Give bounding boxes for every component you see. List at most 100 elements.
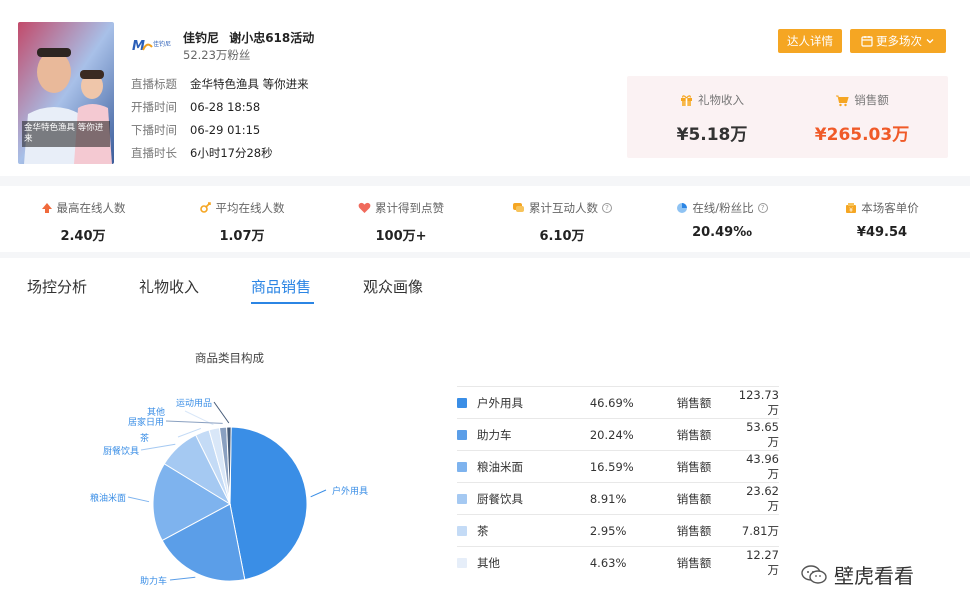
pie-slice-label: 户外用具 [332,485,368,497]
svg-text:¥: ¥ [849,207,853,214]
legend-category: 粮油米面 [476,450,590,483]
help-icon[interactable]: ? [757,203,768,213]
legend-row[interactable]: 厨餐饮具 8.91% 销售额 23.62万 [457,482,779,515]
cart-icon [836,95,849,106]
info-label: 开播时间 [131,100,177,114]
logo-text: 佳钓尼 [153,41,172,48]
pie-label-line [169,576,196,581]
legend-metric: 销售额 [676,514,739,547]
average-icon [199,202,211,213]
wallet-icon: ¥ [846,203,857,214]
help-icon[interactable]: ? [602,203,612,213]
sales-revenue-value: ¥265.03万 [814,125,910,145]
wechat-icon [801,564,827,584]
stream-thumbnail[interactable]: 金华特色渔具 等你进来 [18,22,114,164]
legend-amount: 7.81万 [738,514,779,547]
fans-count: 52.23万粉丝 [183,48,251,62]
revenue-panel: 礼物收入 ¥5.18万 销售额 ¥265.03万 [627,76,948,158]
stat-avg-online: 平均在线人数 1.07万 [162,200,322,244]
category-pie-chart: 户外用具助力车 粮油米面 厨餐饮具茶 其他居家日用 运动用品 [90,398,368,587]
streamer-name[interactable]: 佳钓尼 [183,31,219,45]
legend-metric: 销售额 [676,546,739,579]
stat-value: 100万+ [375,229,427,244]
stats-bar: 最高在线人数 2.40万 平均在线人数 1.07万 累计得到点赞 100万+ 累… [0,186,970,252]
legend-percent: 16.59% [589,450,677,483]
stat-label: 本场客单价 [861,201,919,215]
stat-likes: 累计得到点赞 100万+ [321,200,481,244]
legend-metric: 销售额 [676,450,739,483]
chevron-down-icon [926,39,934,44]
pie-slice-label: 运动用品 [176,398,212,409]
stat-label: 累计得到点赞 [375,201,444,215]
pie-label-line [165,420,223,424]
heart-icon [358,202,371,213]
chat-icon [513,203,524,212]
gift-revenue: 礼物收入 ¥5.18万 [637,92,787,145]
pie-slice-label: 助力车 [140,575,167,587]
info-value: 06-28 18:58 [190,100,261,114]
info-label: 直播标题 [131,77,177,91]
legend-swatch [457,398,467,408]
svg-text:M: M [132,39,145,54]
pie-slice-label: 茶 [140,432,149,444]
legend-row[interactable]: 其他 4.63% 销售额 12.27万 [457,546,779,579]
info-start-row: 开播时间 06-28 18:58 [131,99,260,115]
legend-percent: 46.69% [589,386,677,419]
watermark: 壁虎看看 [800,560,914,589]
pie-label-line [127,496,150,503]
pie-slice[interactable] [229,426,308,581]
legend-percent: 20.24% [589,418,677,451]
more-sessions-button[interactable]: 更多场次 [850,29,946,53]
streamer-title: 佳钓尼 谢小忠618活动 [183,29,314,46]
legend-category: 户外用具 [476,386,590,419]
legend-swatch [457,462,467,472]
info-duration-row: 直播时长 6小时17分28秒 [131,145,273,161]
legend-row[interactable]: 茶 2.95% 销售额 7.81万 [457,514,779,547]
legend-metric: 销售额 [676,418,739,451]
event-name: 谢小忠618活动 [229,31,315,45]
brand-logo: M 佳钓尼 [132,36,176,56]
legend-category: 助力车 [476,418,590,451]
stat-peak-online: 最高在线人数 2.40万 [3,200,163,244]
info-value: 金华特色渔具 等你进来 [190,77,309,91]
legend-amount: 12.27万 [738,546,779,579]
thumbnail-caption: 金华特色渔具 等你进来 [24,123,104,144]
gift-revenue-value: ¥5.18万 [676,125,748,145]
legend-percent: 4.63% [589,546,677,579]
pie-slice-label: 居家日用 [128,416,164,428]
legend-swatch [457,526,467,536]
legend-row[interactable]: 户外用具 46.69% 销售额 123.73万 [457,386,779,419]
stat-unit-price: ¥ 本场客单价 ¥49.54 [802,200,962,240]
legend-amount: 53.65万 [738,418,779,451]
legend-swatch [457,494,467,504]
info-label: 下播时间 [131,123,177,137]
gift-icon [681,94,692,106]
stat-value: 1.07万 [219,229,265,244]
legend-metric: 销售额 [676,482,739,515]
info-value: 06-29 01:15 [190,123,261,137]
analysis-panel: 场控分析 礼物收入 商品销售 观众画像 商品类目构成 户外用具 助力车 粮油米面 厨餐… [0,258,970,616]
pie-label-line [310,489,327,498]
pie-label-line [213,401,230,424]
stat-label: 累计互动人数 [529,201,598,215]
legend-row[interactable]: 助力车 20.24% 销售额 53.65万 [457,418,779,451]
stat-value: 20.49‰ [692,225,752,240]
streamer-detail-button[interactable]: 达人详情 [778,29,842,53]
stat-interactions: 累计互动人数? 6.10万 [482,200,642,244]
info-label: 直播时长 [131,146,177,160]
info-value: 6小时17分28秒 [190,146,273,160]
pie-slice-label: 厨餐饮具 [103,445,139,457]
peak-icon [41,203,52,213]
legend-metric: 销售额 [676,386,739,419]
watermark-text: 壁虎看看 [834,564,914,588]
legend-row[interactable]: 粮油米面 16.59% 销售额 43.96万 [457,450,779,483]
calendar-icon [861,36,873,47]
info-end-row: 下播时间 06-29 01:15 [131,122,260,138]
stat-online-fans-ratio: 在线/粉丝比? 20.49‰ [642,200,802,240]
legend-category: 厨餐饮具 [476,482,590,515]
stat-label: 平均在线人数 [215,201,285,215]
legend-category: 茶 [476,514,590,547]
more-sessions-label: 更多场次 [876,34,922,48]
legend-percent: 8.91% [589,482,677,515]
pie-label-line [140,443,176,451]
